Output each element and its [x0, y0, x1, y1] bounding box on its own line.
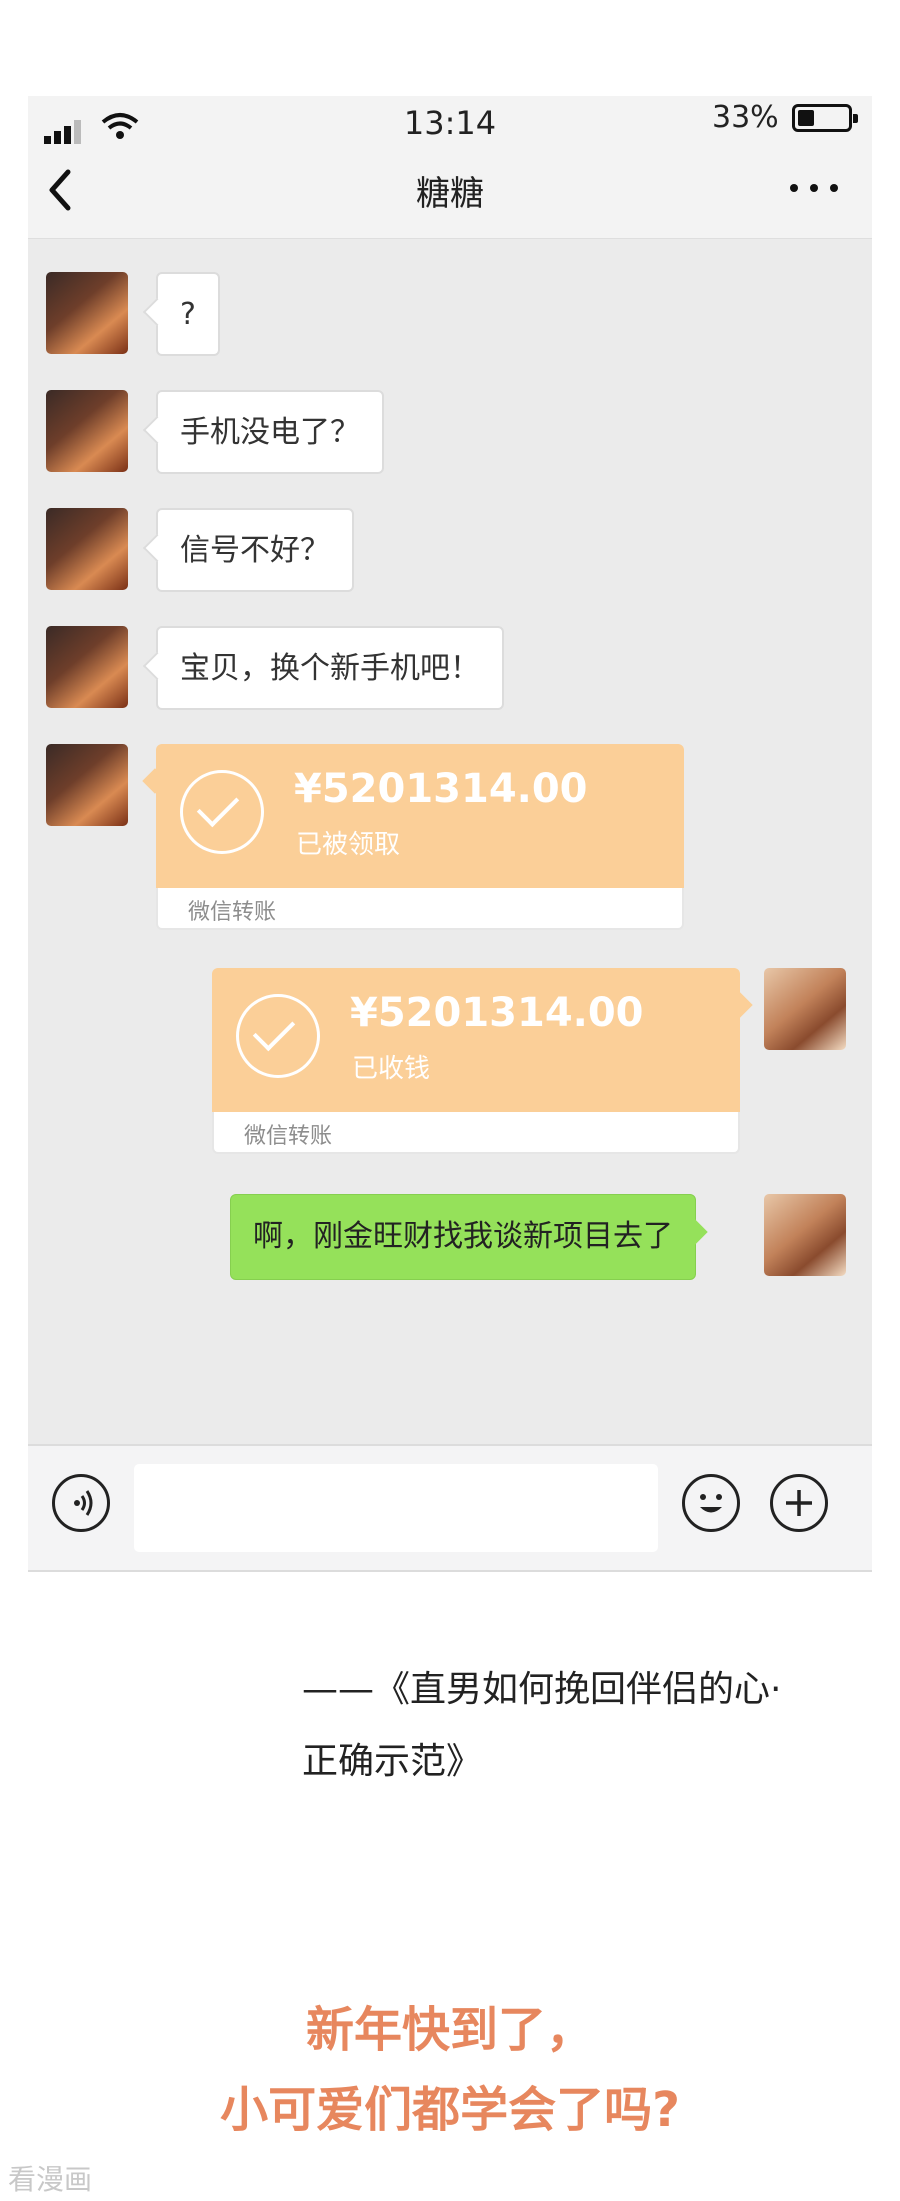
- message-input[interactable]: [134, 1464, 658, 1552]
- top-bar: 13:14 33% 糖糖: [28, 96, 872, 239]
- incoming-message: 宝贝，换个新手机吧！: [156, 626, 504, 710]
- promo-line-2: 小可爱们都学会了吗?: [220, 2082, 680, 2138]
- check-circle-icon: [180, 770, 264, 854]
- chat-screen: 13:14 33% 糖糖 ? 手机没电了？ 信号不好？ 宝贝，换个新手机吧！ ¥…: [28, 96, 872, 1572]
- caption-line-1: ——《直男如何挽回伴侣的心·: [302, 1669, 782, 1710]
- incoming-message: ?: [156, 272, 220, 356]
- contact-avatar[interactable]: [46, 626, 128, 708]
- battery-percent: 33%: [712, 100, 779, 135]
- outgoing-message: 啊，刚金旺财找我谈新项目去了: [230, 1194, 696, 1280]
- transfer-status: 已被领取: [296, 830, 401, 860]
- incoming-message: 信号不好？: [156, 508, 354, 592]
- watermark: 看漫画: [8, 2163, 93, 2196]
- chat-title: 糖糖: [416, 174, 484, 214]
- contact-avatar[interactable]: [46, 390, 128, 472]
- transfer-label: 微信转账: [244, 1124, 333, 1149]
- check-circle-icon: [236, 994, 320, 1078]
- transfer-amount: ¥5201314.00: [350, 990, 644, 1036]
- transfer-status: 已收钱: [352, 1054, 431, 1084]
- input-bar: [28, 1444, 872, 1572]
- self-avatar[interactable]: [764, 1194, 846, 1276]
- contact-avatar[interactable]: [46, 272, 128, 354]
- voice-icon[interactable]: [52, 1474, 110, 1532]
- emoji-icon[interactable]: [682, 1474, 740, 1532]
- transfer-label: 微信转账: [188, 900, 277, 925]
- transfer-card-received[interactable]: ¥5201314.00 已被领取 微信转账: [142, 744, 684, 930]
- plus-icon[interactable]: [770, 1474, 828, 1532]
- contact-avatar[interactable]: [46, 508, 128, 590]
- incoming-message: 手机没电了？: [156, 390, 384, 474]
- transfer-amount: ¥5201314.00: [294, 766, 588, 812]
- battery-icon: [792, 104, 858, 132]
- contact-avatar[interactable]: [46, 744, 128, 826]
- more-options-icon[interactable]: [784, 168, 844, 208]
- transfer-card-sent[interactable]: ¥5201314.00 已收钱 微信转账: [212, 968, 753, 1154]
- promo-line-1: 新年快到了，: [305, 2002, 594, 2058]
- self-avatar[interactable]: [764, 968, 846, 1050]
- caption-line-2: 正确示范》: [302, 1741, 483, 1782]
